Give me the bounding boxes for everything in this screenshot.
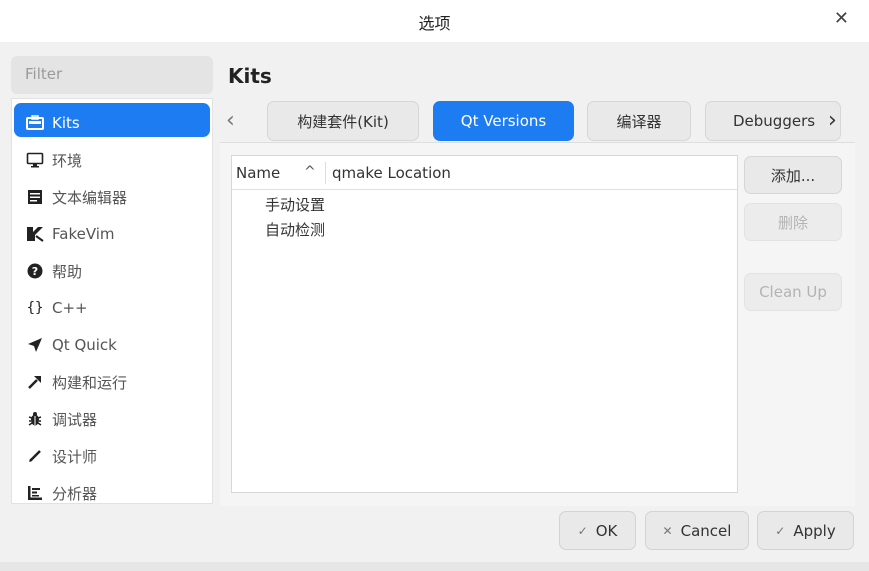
tree-header: Name ^ qmake Location	[232, 156, 737, 190]
sidebar-item-environment[interactable]: 环境	[14, 140, 210, 174]
clean-up-button[interactable]: Clean Up	[744, 273, 842, 311]
close-icon: ✕	[662, 523, 673, 538]
check-icon: ✓	[577, 523, 588, 538]
sort-ascending-icon: ^	[304, 164, 316, 180]
sidebar-item-analyzer[interactable]: 分析器	[14, 473, 210, 507]
sidebar-item-label: 文本编辑器	[52, 188, 128, 207]
bottom-strip	[0, 562, 869, 571]
sidebar-item-label: C++	[52, 299, 88, 317]
sidebar-item-text-editor[interactable]: 文本编辑器	[14, 177, 210, 211]
sidebar-item-label: 分析器	[52, 484, 98, 503]
sidebar-item-label: FakeVim	[52, 225, 115, 243]
dialog-title: 选项	[418, 14, 451, 33]
sidebar: Kits 环境 文本编辑器 FakeVim ? 帮助 {} C++ Qt Qui…	[11, 98, 213, 504]
page-title: Kits	[228, 64, 272, 88]
tab-scroll-left-icon[interactable]: ‹	[226, 108, 235, 133]
check-icon: ✓	[775, 523, 786, 538]
ok-button-label: OK	[595, 521, 618, 540]
filter-input[interactable]: Filter	[11, 56, 213, 94]
ok-button[interactable]: ✓ OK	[559, 511, 636, 550]
sidebar-item-debugger[interactable]: 调试器	[14, 399, 210, 433]
monitor-icon	[26, 151, 44, 169]
sidebar-item-label: 环境	[52, 151, 83, 170]
close-icon[interactable]: ✕	[834, 8, 849, 29]
bug-icon	[26, 410, 44, 428]
title-bar: 选项 ✕	[0, 0, 869, 42]
add-button[interactable]: 添加...	[744, 156, 842, 194]
qt-quick-icon	[26, 336, 44, 354]
column-header-name[interactable]: Name	[236, 164, 280, 182]
svg-text:?: ?	[32, 265, 38, 278]
tab-kits[interactable]: 构建套件(Kit)	[267, 101, 419, 141]
pencil-icon	[26, 447, 44, 465]
tree-row-auto-detected[interactable]: 自动检测	[265, 219, 325, 240]
apply-button-label: Apply	[793, 521, 836, 540]
sidebar-item-label: 设计师	[52, 447, 98, 466]
tab-qt-versions[interactable]: Qt Versions	[433, 101, 574, 141]
fakevim-icon	[26, 225, 44, 243]
sidebar-item-build-run[interactable]: 构建和运行	[14, 362, 210, 396]
sidebar-item-help[interactable]: ? 帮助	[14, 251, 210, 285]
sidebar-item-label: 调试器	[52, 410, 98, 429]
column-header-qmake-location[interactable]: qmake Location	[332, 164, 451, 182]
kits-icon	[26, 114, 44, 132]
text-editor-icon	[26, 188, 44, 206]
cancel-button[interactable]: ✕ Cancel	[645, 511, 749, 550]
sidebar-item-cpp[interactable]: {} C++	[14, 288, 210, 322]
hammer-icon	[26, 373, 44, 391]
analyzer-icon	[26, 484, 44, 502]
help-icon: ?	[26, 262, 44, 280]
sidebar-item-fakevim[interactable]: FakeVim	[14, 214, 210, 248]
tab-compilers[interactable]: 编译器	[587, 101, 691, 141]
sidebar-item-qt-quick[interactable]: Qt Quick	[14, 325, 210, 359]
sidebar-item-label: Kits	[52, 114, 80, 132]
sidebar-item-label: 帮助	[52, 262, 83, 281]
tab-debuggers[interactable]: Debuggers	[705, 101, 841, 141]
tab-scroll-right-icon[interactable]: ›	[828, 108, 837, 133]
sidebar-item-designer[interactable]: 设计师	[14, 436, 210, 470]
braces-icon: {}	[26, 300, 44, 316]
tree-row-manual[interactable]: 手动设置	[265, 194, 325, 215]
sidebar-item-kits[interactable]: Kits	[14, 103, 210, 137]
sidebar-item-label: 构建和运行	[52, 373, 128, 392]
column-divider[interactable]	[325, 162, 326, 184]
remove-button[interactable]: 删除	[744, 203, 842, 241]
cancel-button-label: Cancel	[680, 521, 732, 540]
qt-versions-tree[interactable]: Name ^ qmake Location 手动设置 自动检测	[231, 155, 738, 493]
sidebar-item-label: Qt Quick	[52, 336, 117, 354]
apply-button[interactable]: ✓ Apply	[757, 511, 854, 550]
